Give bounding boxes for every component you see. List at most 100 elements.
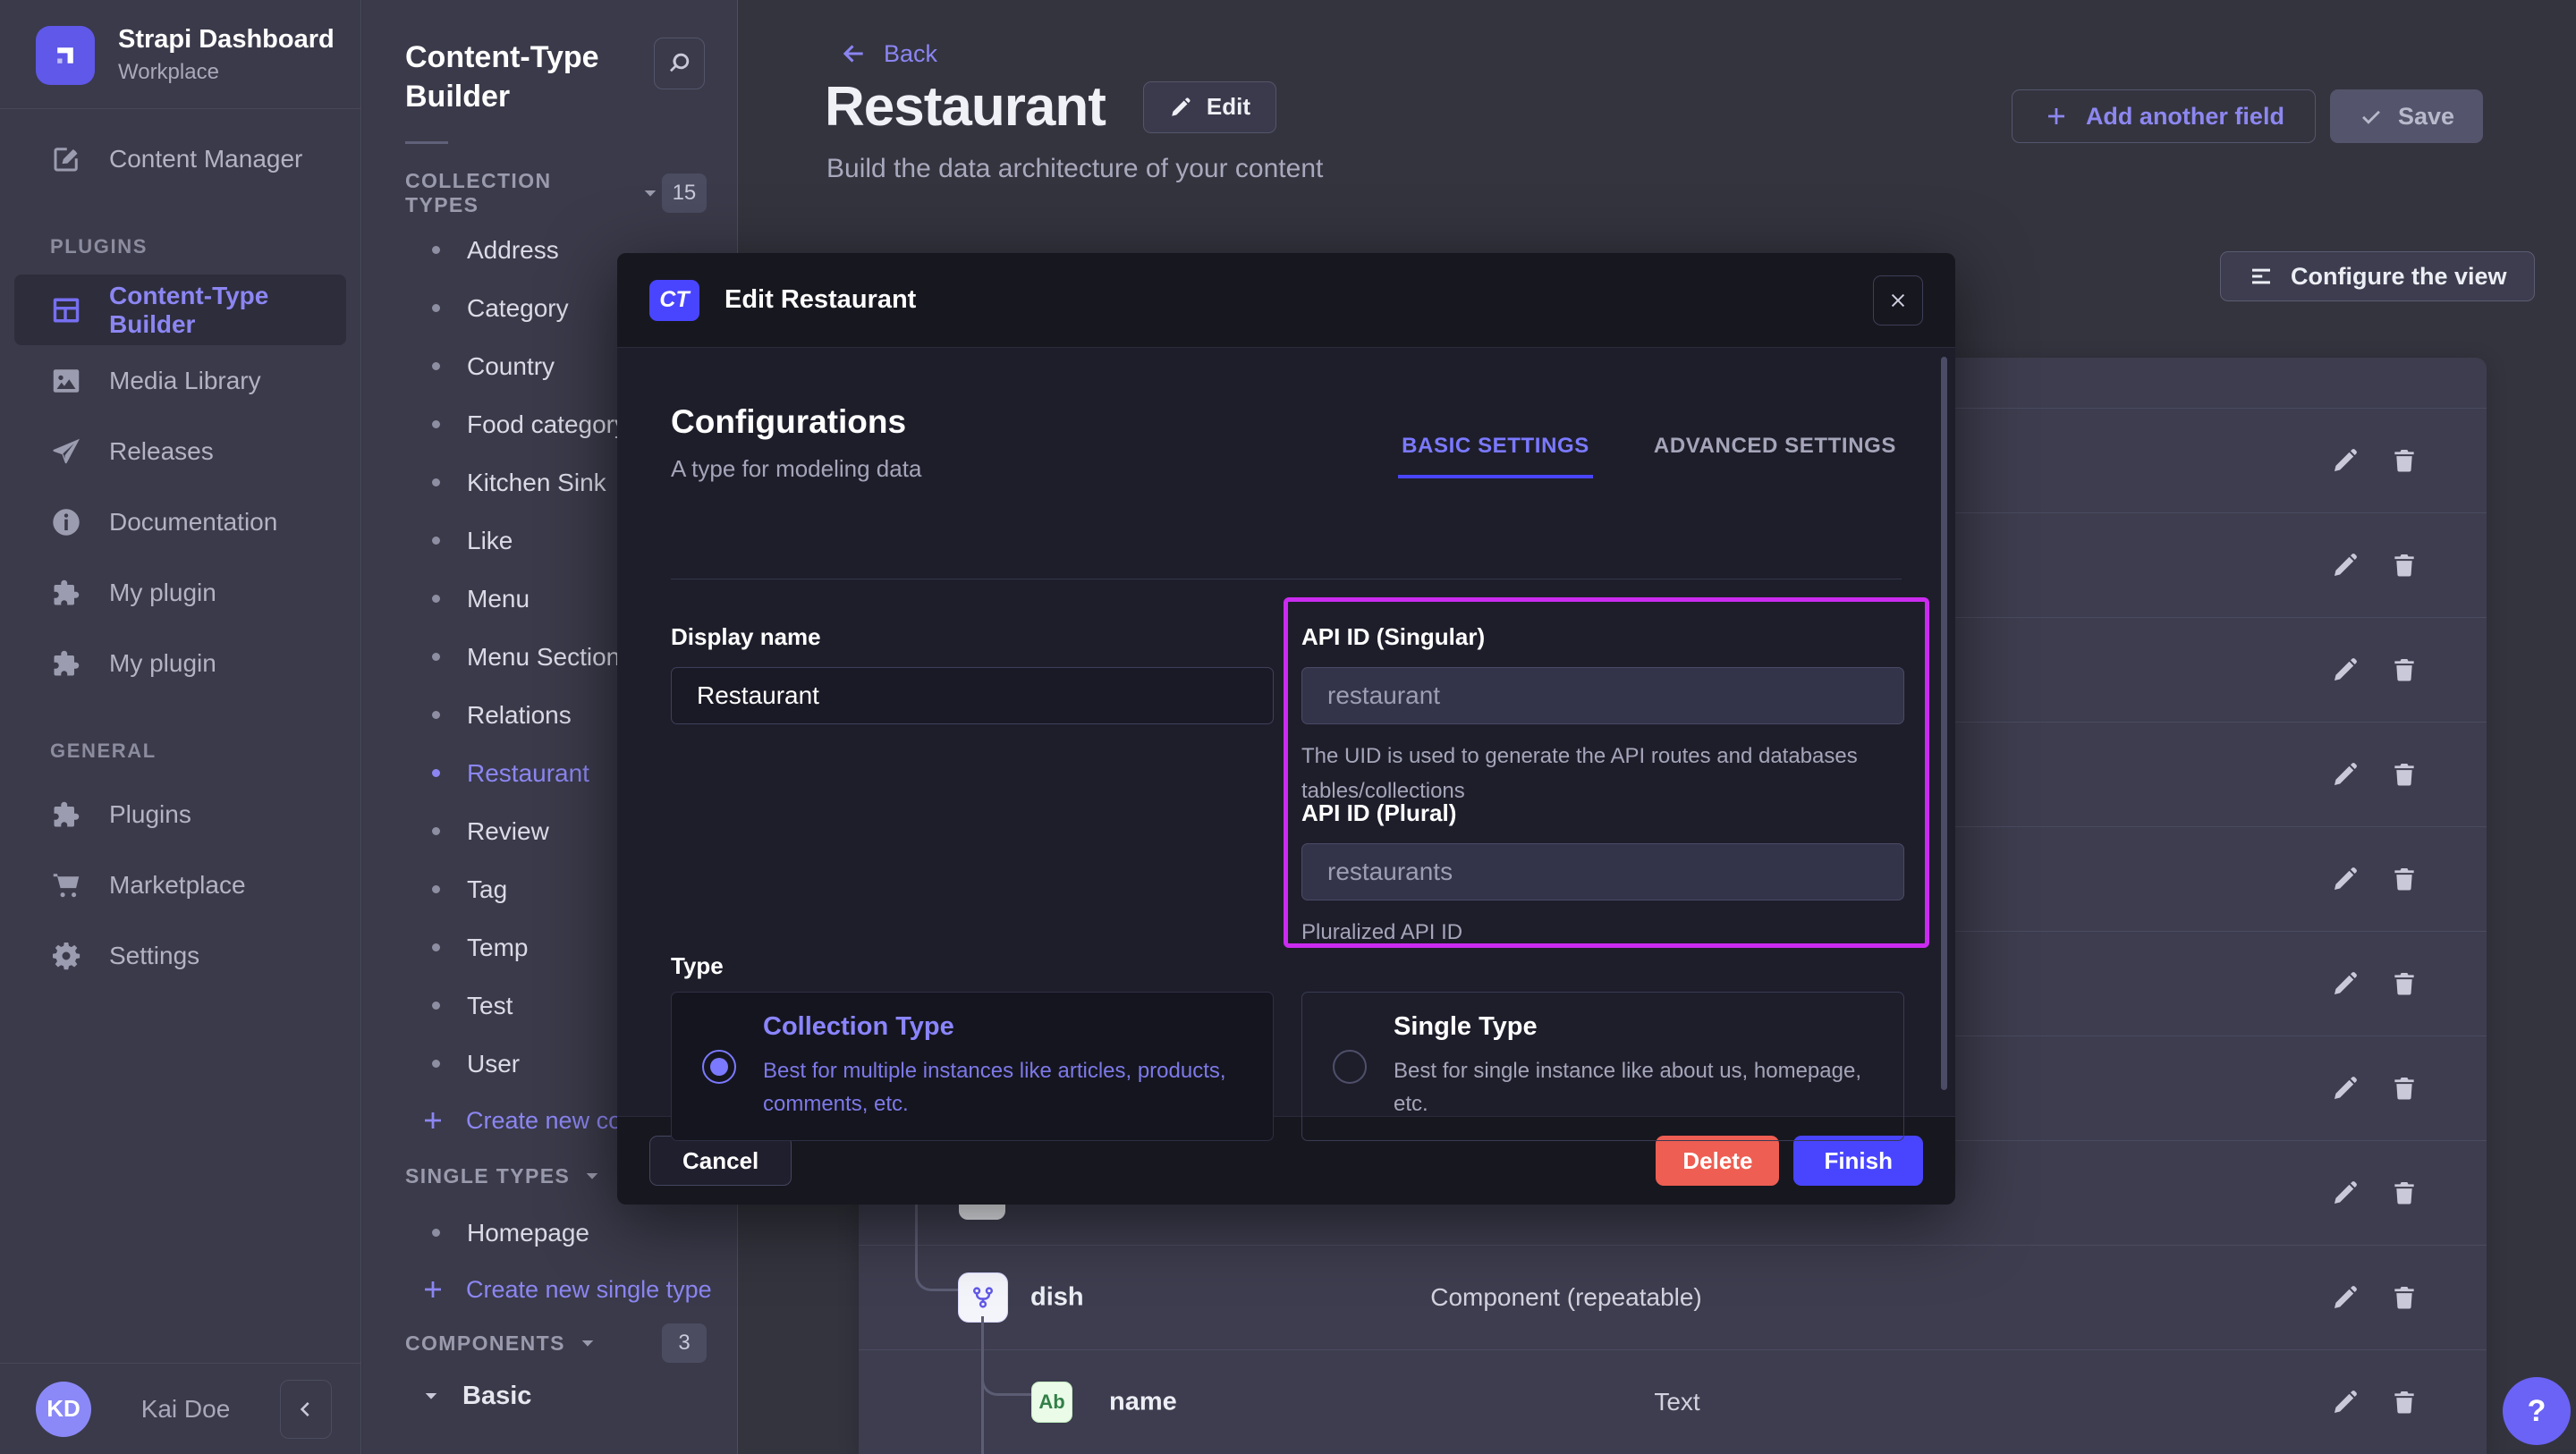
help-button[interactable]: ? <box>2503 1377 2571 1445</box>
display-name-input[interactable] <box>671 667 1274 724</box>
trash-icon <box>2390 1388 2419 1416</box>
settings-tabs: BASIC SETTINGS ADVANCED SETTINGS <box>1398 434 1900 478</box>
edit-field-button[interactable] <box>2331 1179 2360 1207</box>
sidebar-item-label: Content Manager <box>109 145 302 173</box>
api-id-singular-label: API ID (Singular) <box>1301 623 1485 650</box>
field-type: Component (repeatable) <box>1430 1283 1702 1312</box>
delete-button[interactable]: Delete <box>1656 1136 1779 1186</box>
edit-field-button[interactable] <box>2331 969 2360 998</box>
sidebar-item-label: Documentation <box>109 508 277 537</box>
layout-grid-icon <box>50 294 82 326</box>
sidebar-item[interactable]: Content-Type Builder <box>14 275 346 345</box>
sidebar-item[interactable]: My plugin <box>14 557 346 628</box>
tab-advanced-settings[interactable]: ADVANCED SETTINGS <box>1650 434 1900 478</box>
edit-button[interactable]: Edit <box>1143 81 1276 133</box>
sidebar-item[interactable]: Documentation <box>14 486 346 557</box>
collection-type-label: Menu <box>467 585 530 613</box>
edit-field-button[interactable] <box>2331 551 2360 579</box>
plus-icon <box>419 1107 446 1134</box>
edit-field-button[interactable] <box>2331 446 2360 475</box>
edit-field-button[interactable] <box>2331 865 2360 893</box>
delete-field-button[interactable] <box>2390 446 2419 475</box>
api-id-plural-help: Pluralized API ID <box>1301 915 1904 950</box>
edit-field-button[interactable] <box>2331 1388 2360 1416</box>
tab-basic-settings[interactable]: BASIC SETTINGS <box>1398 434 1593 478</box>
info-icon <box>50 506 82 538</box>
sidebar-item-label: My plugin <box>109 579 216 607</box>
back-link[interactable]: Back <box>839 39 937 68</box>
modal-scrollbar[interactable] <box>1941 357 1947 1090</box>
bullet-icon <box>432 943 440 951</box>
field-type: Text <box>1654 1388 1699 1416</box>
delete-field-button[interactable] <box>2390 865 2419 893</box>
component-group-basic[interactable]: Basic <box>362 1367 737 1424</box>
delete-field-button[interactable] <box>2390 1074 2419 1103</box>
puzzle-icon <box>50 647 82 680</box>
edit-field-button[interactable] <box>2331 760 2360 789</box>
save-button[interactable]: Save <box>2330 89 2483 143</box>
avatar[interactable]: KD <box>36 1382 91 1437</box>
bullet-icon <box>432 362 440 370</box>
lock-icon <box>287 437 316 466</box>
delete-field-button[interactable] <box>2390 655 2419 684</box>
collection-types-header[interactable]: COLLECTION TYPES 15 <box>362 174 737 212</box>
delete-field-button[interactable] <box>2390 1179 2419 1207</box>
delete-field-button[interactable] <box>2390 760 2419 789</box>
api-id-plural-input[interactable] <box>1301 843 1904 900</box>
cancel-button[interactable]: Cancel <box>649 1136 792 1186</box>
sidebar-item-label: Settings <box>109 942 199 970</box>
single-type-item[interactable]: Homepage <box>362 1204 737 1262</box>
delete-field-button[interactable] <box>2390 969 2419 998</box>
sidebar-item-label: Plugins <box>109 800 191 829</box>
collection-type-label: Restaurant <box>467 759 589 788</box>
sidebar-item[interactable]: My plugin <box>14 628 346 698</box>
sidebar-item[interactable]: Settings <box>14 920 346 991</box>
configurations-heading: Configurations <box>671 403 906 441</box>
trash-icon <box>2390 446 2419 475</box>
edit-field-button[interactable] <box>2331 1074 2360 1103</box>
api-id-singular-input[interactable] <box>1301 667 1904 724</box>
sidebar-item-label: Content-Type Builder <box>109 282 346 339</box>
strapi-logo-icon <box>36 26 95 85</box>
edit-field-button[interactable] <box>2331 1283 2360 1312</box>
trash-icon <box>2390 551 2419 579</box>
chevron-down-icon <box>639 182 662 205</box>
radio-selected-icon[interactable] <box>702 1050 736 1084</box>
bullet-icon <box>432 478 440 486</box>
edit-field-button[interactable] <box>2331 655 2360 684</box>
delete-field-button[interactable] <box>2390 551 2419 579</box>
field-name: dish <box>1030 1283 1084 1313</box>
collection-type-label: Tag <box>467 875 507 904</box>
nav-general: Plugins Marketplace Settings <box>0 779 360 991</box>
trash-icon <box>2390 1179 2419 1207</box>
components-label: COMPONENTS <box>405 1331 565 1356</box>
collection-type-label: Country <box>467 352 555 381</box>
sidebar-item[interactable]: Plugins <box>14 779 346 850</box>
collection-type-label: Kitchen Sink <box>467 469 606 497</box>
bullet-icon <box>432 885 440 893</box>
workspace-brand[interactable]: Strapi Dashboard Workplace <box>0 0 360 108</box>
delete-field-button[interactable] <box>2390 1388 2419 1416</box>
sidebar-item[interactable]: Media Library <box>14 345 346 416</box>
close-modal-button[interactable] <box>1873 275 1923 325</box>
finish-button[interactable]: Finish <box>1793 1136 1923 1186</box>
configure-view-button[interactable]: Configure the view <box>2220 251 2535 301</box>
single-type-desc: Best for single instance like about us, … <box>1394 1054 1873 1120</box>
sidebar-item[interactable]: Content Manager <box>14 123 346 194</box>
sidebar-item[interactable]: Marketplace <box>14 850 346 920</box>
collection-type-option[interactable]: Collection Type Best for multiple instan… <box>671 992 1274 1141</box>
delete-field-button[interactable] <box>2390 1283 2419 1312</box>
branch-icon <box>970 1284 996 1311</box>
pencil-icon <box>2331 969 2360 998</box>
radio-unselected-icon[interactable] <box>1333 1050 1367 1084</box>
sidebar-item[interactable]: Releases <box>14 416 346 486</box>
configurations-subheading: A type for modeling data <box>671 455 921 483</box>
single-type-option[interactable]: Single Type Best for single instance lik… <box>1301 992 1904 1141</box>
add-another-field-button[interactable]: Add another field <box>2012 89 2316 143</box>
create-single-type-link[interactable]: Create new single type <box>362 1262 737 1317</box>
type-label: Type <box>671 952 724 980</box>
components-header[interactable]: COMPONENTS 3 <box>362 1324 737 1362</box>
collapse-sidebar-button[interactable] <box>280 1380 332 1439</box>
search-button[interactable] <box>654 38 706 89</box>
trash-icon <box>2390 1074 2419 1103</box>
